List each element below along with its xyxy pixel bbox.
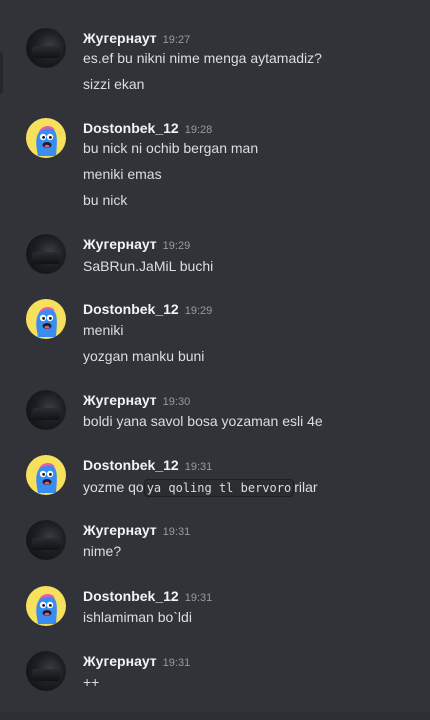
message-text: sizzi ekan xyxy=(83,76,145,92)
timestamp: 19:31 xyxy=(184,592,213,604)
avatar[interactable] xyxy=(26,586,66,626)
message-text-before: yozme qo xyxy=(83,479,144,495)
inline-code: ya qoling tl bervoro xyxy=(143,479,295,497)
scrollbar-thumb[interactable] xyxy=(0,52,3,94)
avatar[interactable] xyxy=(26,118,66,158)
message-header: Жугернаут 19:29 xyxy=(83,235,190,253)
message-header: Dostonbek_12 19:28 xyxy=(83,119,212,137)
message-header: Жугернаут 19:27 xyxy=(83,29,190,47)
timestamp: 19:28 xyxy=(184,124,213,136)
message-header: Жугернаут 19:30 xyxy=(83,391,190,409)
message-header: Dostonbek_12 19:29 xyxy=(83,300,212,318)
avatar[interactable] xyxy=(26,299,66,339)
blue-blob-icon xyxy=(36,126,57,156)
timestamp: 19:31 xyxy=(162,526,191,538)
author-name[interactable]: Жугернаут xyxy=(83,236,157,252)
author-name[interactable]: Dostonbek_12 xyxy=(83,120,179,136)
message-text-after: rilar xyxy=(294,479,318,495)
avatar[interactable] xyxy=(26,520,66,560)
author-name[interactable]: Жугернаут xyxy=(83,522,157,538)
avatar[interactable] xyxy=(26,455,66,495)
message-text: nime? xyxy=(83,543,122,559)
blue-blob-icon xyxy=(36,307,57,337)
timestamp: 19:27 xyxy=(162,34,191,46)
message-text: bu nick ni ochib bergan man xyxy=(83,140,259,156)
avatar[interactable] xyxy=(26,651,66,691)
message-text: SaBRun.JaMiL buchi xyxy=(83,258,214,274)
message-text: yozme qo ya qoling tl bervoro rilar xyxy=(83,477,318,497)
timestamp: 19:31 xyxy=(162,657,191,669)
author-name[interactable]: Жугернаут xyxy=(83,392,157,408)
author-name[interactable]: Dostonbek_12 xyxy=(83,588,179,604)
blue-blob-icon xyxy=(36,594,57,624)
message-text: ishlamiman bo`ldi xyxy=(83,609,192,625)
message-header: Жугернаут 19:31 xyxy=(83,652,190,670)
timestamp: 19:30 xyxy=(162,396,191,408)
message-text: yozgan manku buni xyxy=(83,348,205,364)
message-text: es.ef bu nikni nime menga aytamadiz? xyxy=(83,50,322,66)
message-header: Dostonbek_12 19:31 xyxy=(83,587,212,605)
author-name[interactable]: Жугернаут xyxy=(83,30,157,46)
timestamp: 19:31 xyxy=(184,461,213,473)
message-text: boldi yana savol bosa yozaman esli 4e xyxy=(83,413,323,429)
author-name[interactable]: Жугернаут xyxy=(83,653,157,669)
author-name[interactable]: Dostonbek_12 xyxy=(83,301,179,317)
message-text: meniki emas xyxy=(83,166,162,182)
chat-messages: Жугернаут 19:27 es.ef bu nikni nime menga… xyxy=(0,0,430,720)
author-name[interactable]: Dostonbek_12 xyxy=(83,457,179,473)
chat-bottom-edge xyxy=(0,712,430,720)
message-text: ++ xyxy=(83,674,100,690)
avatar[interactable] xyxy=(26,390,66,430)
avatar[interactable] xyxy=(26,234,66,274)
message-text: meniki xyxy=(83,322,124,338)
blue-blob-icon xyxy=(36,463,57,493)
timestamp: 19:29 xyxy=(184,305,213,317)
message-header: Dostonbek_12 19:31 xyxy=(83,456,212,474)
timestamp: 19:29 xyxy=(162,240,191,252)
message-text: bu nick xyxy=(83,192,128,208)
message-header: Жугернаут 19:31 xyxy=(83,521,190,539)
avatar[interactable] xyxy=(26,28,66,68)
